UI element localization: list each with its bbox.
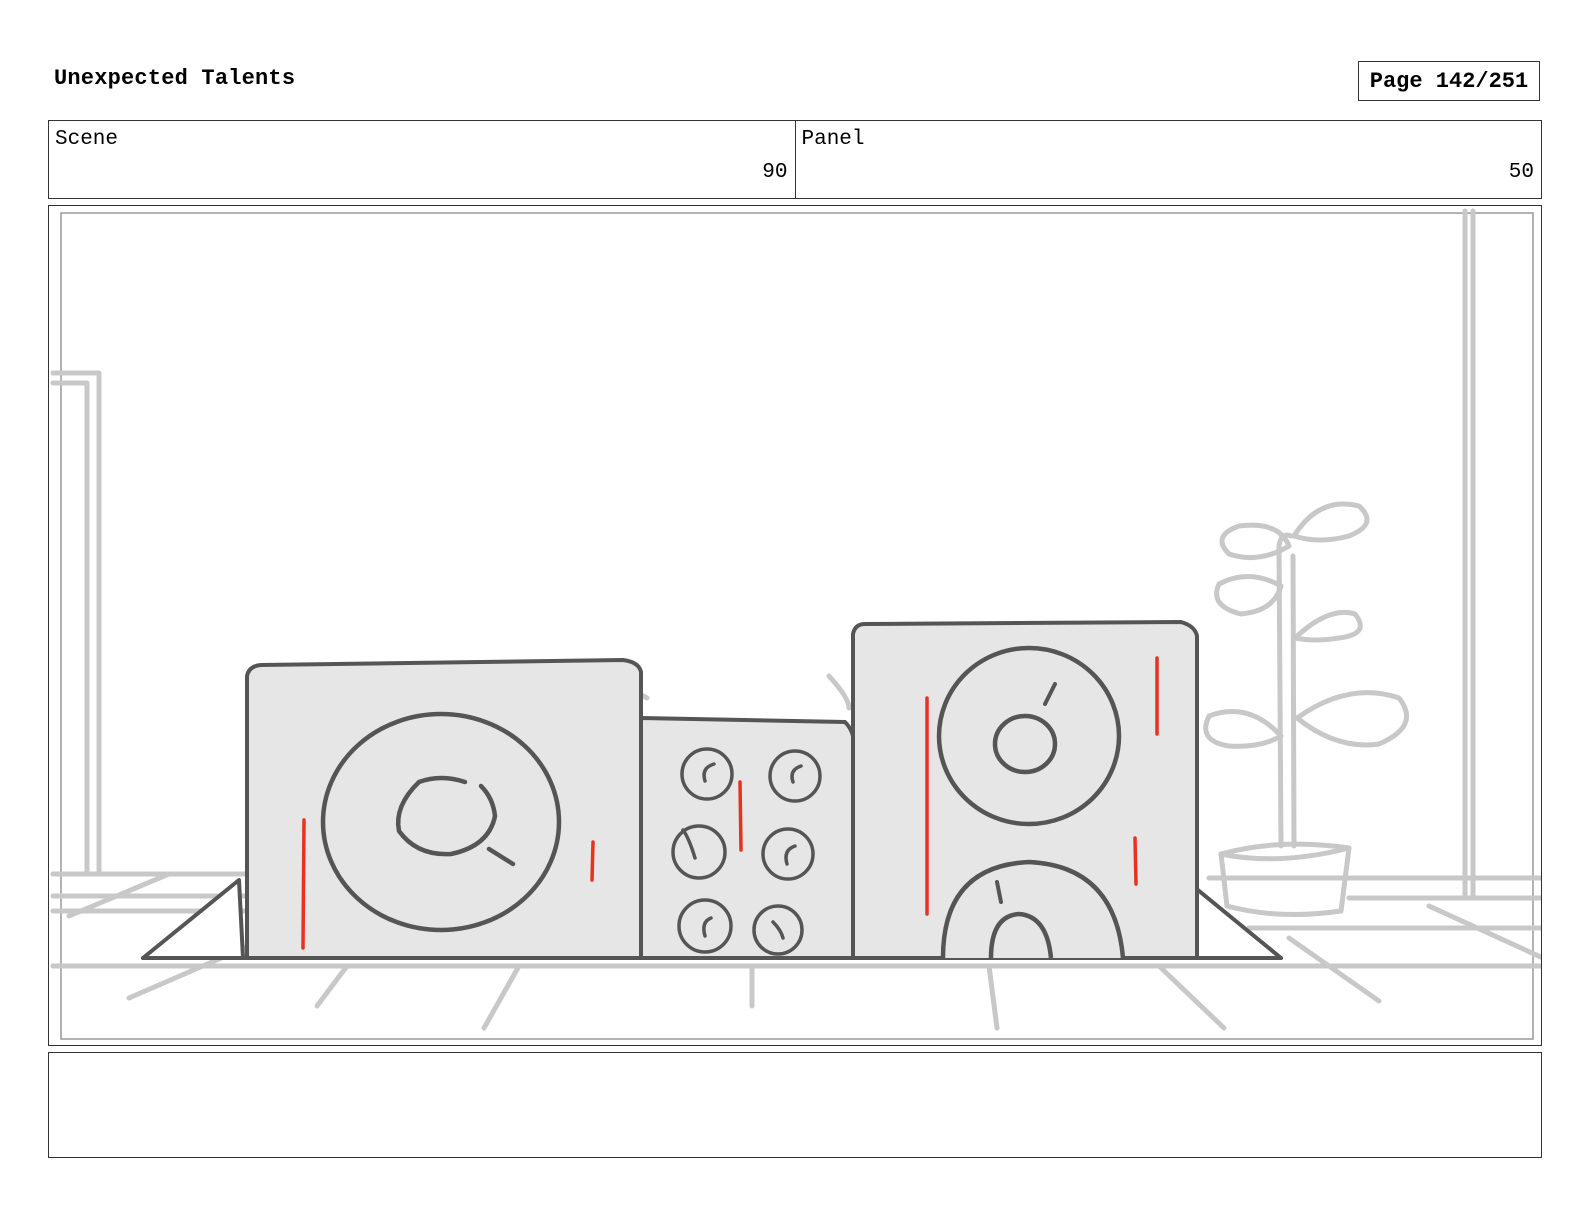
panel-notes (48, 1052, 1542, 1158)
storyboard-panel (48, 205, 1542, 1046)
panel-label: Panel (801, 128, 865, 151)
scene-panel-info: Scene 90 Panel 50 (48, 120, 1542, 199)
scene-number: 90 (762, 161, 788, 184)
right-speaker (851, 620, 1199, 960)
panel-cell: Panel 50 (794, 121, 1542, 198)
scene-cell: Scene 90 (49, 121, 795, 198)
middle-speaker (639, 716, 855, 960)
left-speaker (245, 658, 643, 960)
scene-label: Scene (55, 128, 119, 151)
panel-number: 50 (1508, 161, 1534, 184)
storyboard-sketch (50, 208, 1541, 1040)
storyboard-title: Unexpected Talents (54, 66, 296, 91)
page-indicator: Page 142/251 (1358, 61, 1540, 101)
